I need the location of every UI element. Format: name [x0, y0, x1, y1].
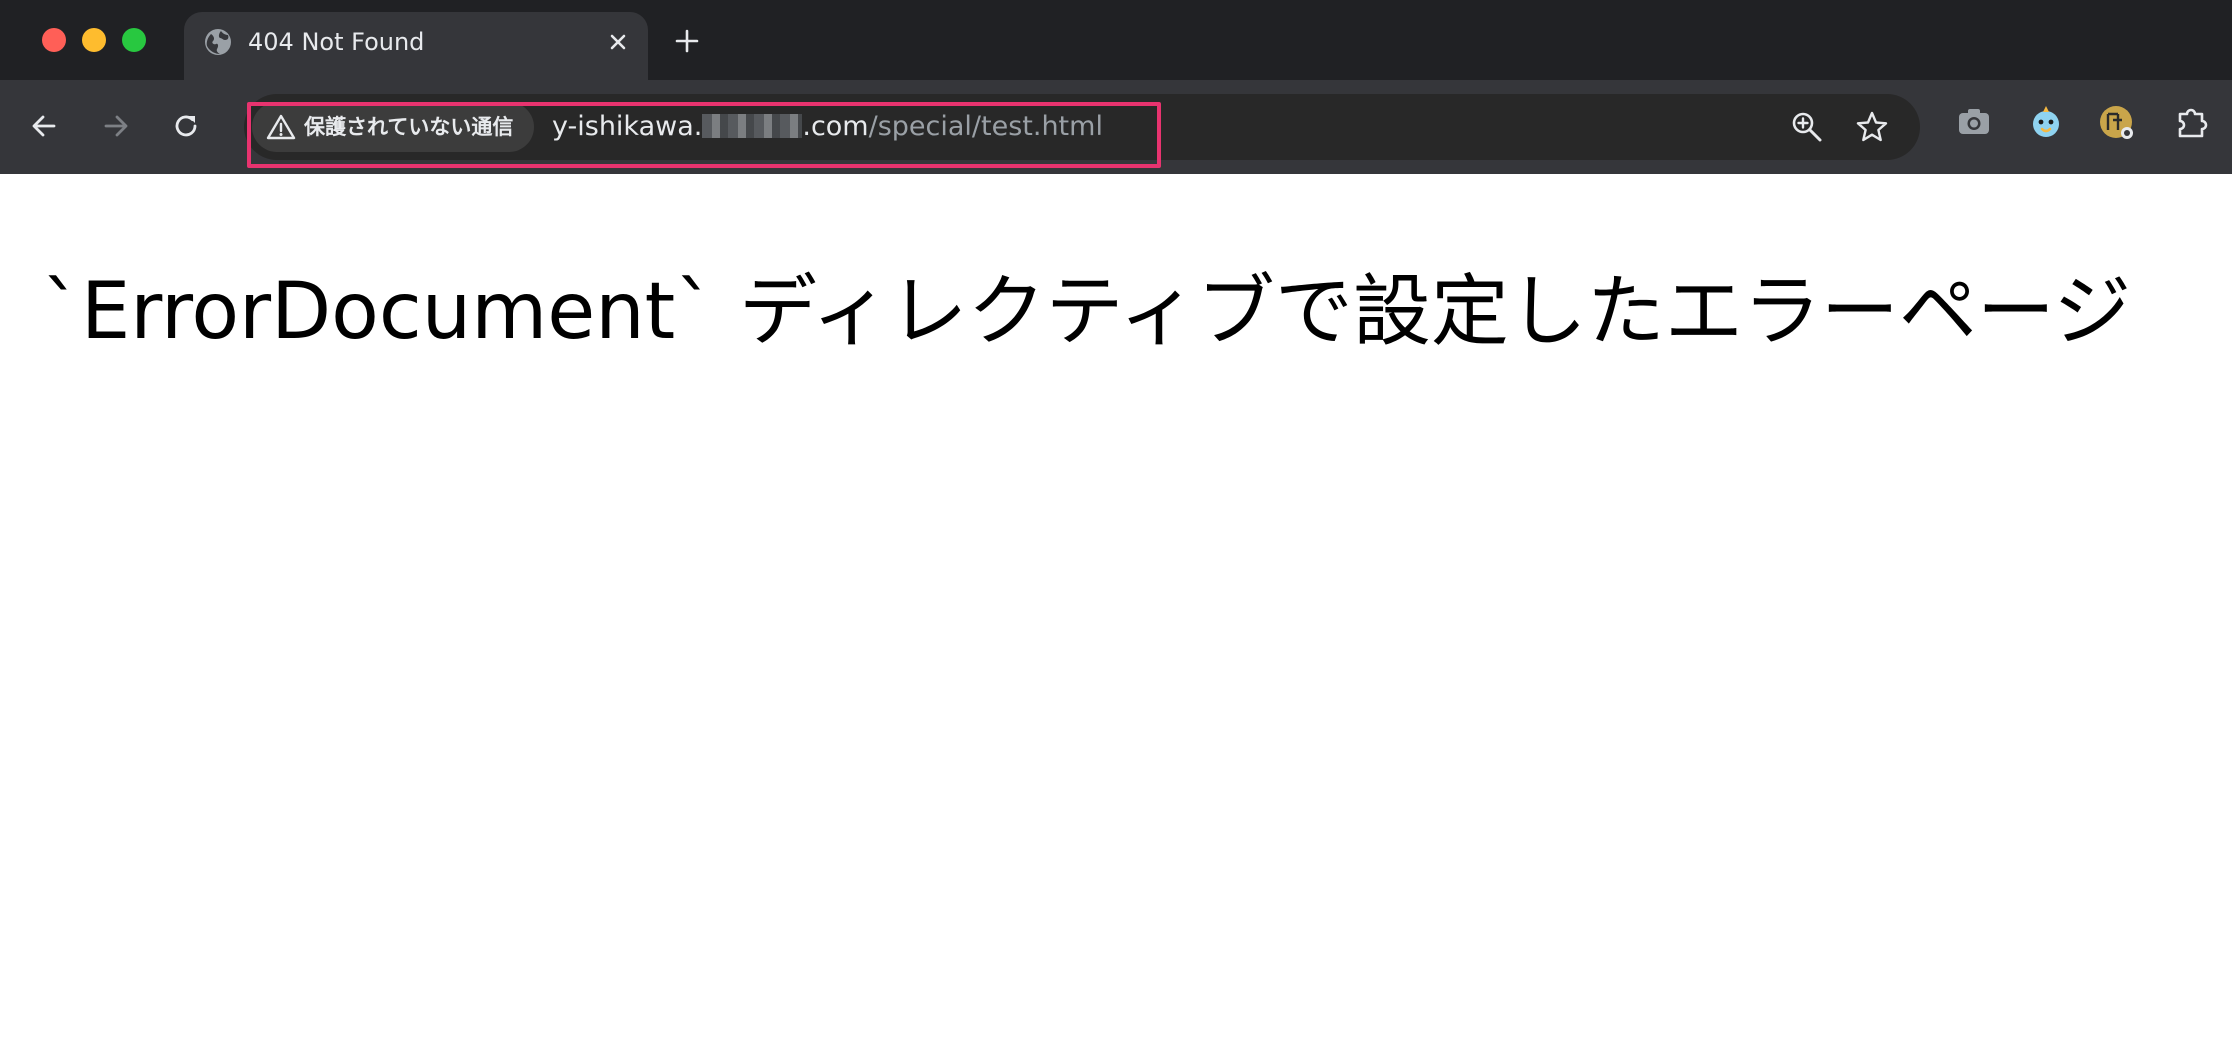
new-tab-button[interactable] — [670, 24, 704, 58]
globe-icon — [205, 29, 231, 55]
window-close-button[interactable] — [42, 28, 66, 52]
gold-circle-icon[interactable] — [2096, 102, 2136, 142]
tab-title: 404 Not Found — [248, 28, 425, 56]
security-label: 保護されていない通信 — [304, 115, 514, 139]
url-host-end: .com — [802, 111, 869, 142]
zoom-in-icon[interactable] — [1790, 110, 1824, 144]
back-button[interactable] — [26, 108, 62, 144]
page-content: `ErrorDocument` ディレクティブで設定したエラーページ — [0, 174, 2232, 1052]
url-host-start: y-ishikawa. — [552, 111, 703, 142]
tab-active[interactable]: 404 Not Found — [184, 12, 648, 80]
redacted-domain — [702, 113, 803, 138]
window-maximize-button[interactable] — [122, 28, 146, 52]
address-bar[interactable]: 保護されていない通信 y-ishikawa. .com/special/test.… — [244, 94, 1920, 160]
page-heading: `ErrorDocument` ディレクティブで設定したエラーページ — [42, 267, 2132, 357]
url-text[interactable]: y-ishikawa. .com/special/test.html — [552, 94, 1103, 160]
camera-icon[interactable] — [1954, 102, 1994, 142]
tab-strip: 404 Not Found — [0, 0, 2232, 80]
browser-toolbar: 保護されていない通信 y-ishikawa. .com/special/test.… — [0, 80, 2232, 174]
url-path: /special/test.html — [868, 111, 1103, 142]
forward-button[interactable] — [98, 108, 134, 144]
security-chip[interactable]: 保護されていない通信 — [252, 102, 534, 152]
bookmark-star-icon[interactable] — [1854, 109, 1890, 145]
window-minimize-button[interactable] — [82, 28, 106, 52]
close-icon[interactable] — [604, 28, 632, 56]
puzzle-icon[interactable] — [2172, 102, 2212, 142]
warning-triangle-icon — [266, 114, 296, 140]
reload-button[interactable] — [168, 108, 204, 144]
bird-icon[interactable] — [2026, 102, 2066, 142]
